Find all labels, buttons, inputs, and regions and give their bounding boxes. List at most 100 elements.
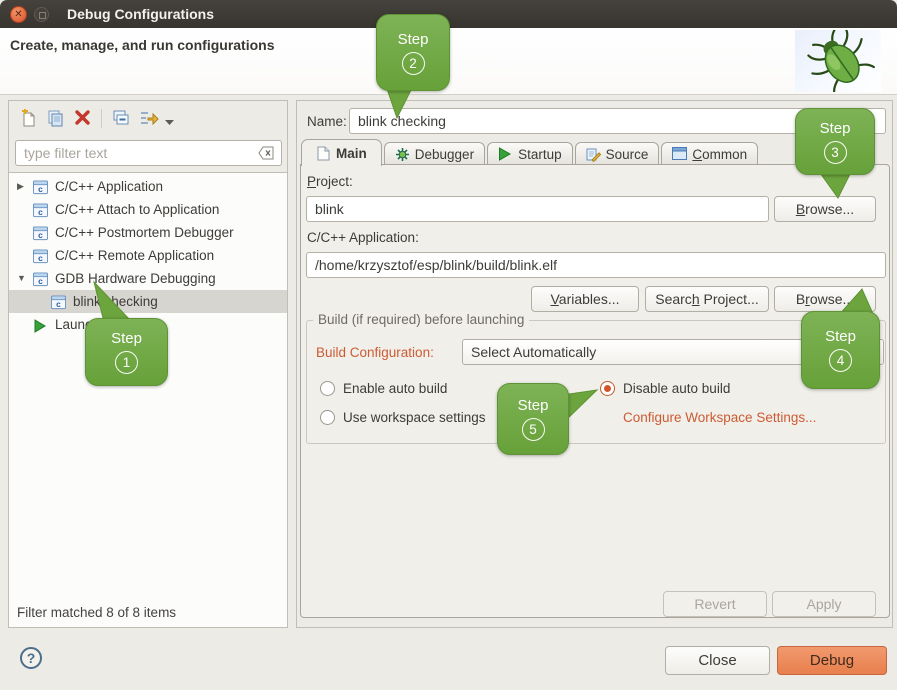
use-workspace-settings-label: Use workspace settings bbox=[343, 410, 486, 425]
build-configuration-value: Select Automatically bbox=[471, 344, 596, 360]
tree-item-label: GDB Hardware Debugging bbox=[55, 267, 216, 290]
c-application-icon: c bbox=[33, 225, 50, 240]
disable-auto-build-label: Disable auto build bbox=[623, 381, 730, 396]
apply-button[interactable]: Apply bbox=[772, 591, 876, 617]
project-input[interactable] bbox=[306, 196, 769, 222]
step-1-callout: Step 1 bbox=[85, 318, 168, 386]
c-application-icon: c bbox=[33, 248, 50, 263]
expand-arrow-icon[interactable]: ▶ bbox=[17, 175, 33, 198]
tree-item-cpp-postmortem[interactable]: c C/C++ Postmortem Debugger bbox=[9, 221, 287, 244]
tab-debugger[interactable]: Debugger bbox=[384, 142, 485, 165]
tab-common[interactable]: Common bbox=[661, 142, 758, 165]
revert-button[interactable]: Revert bbox=[663, 591, 767, 617]
step-5-callout: Step 5 bbox=[497, 383, 569, 455]
filter-icon[interactable] bbox=[139, 109, 159, 129]
tree-item-label: blink checking bbox=[73, 290, 158, 313]
application-label: C/C++ Application: bbox=[307, 230, 419, 245]
c-application-icon: c bbox=[33, 179, 50, 194]
svg-text:c: c bbox=[38, 207, 43, 217]
dropdown-caret-icon[interactable] bbox=[165, 115, 185, 135]
step-label: Step bbox=[518, 397, 549, 414]
tab-source[interactable]: Source bbox=[575, 142, 660, 165]
c-application-icon: c bbox=[33, 271, 50, 286]
collapse-all-icon[interactable] bbox=[112, 109, 132, 129]
tab-label: Main bbox=[336, 146, 367, 161]
tree-item-label: C/C++ Attach to Application bbox=[55, 198, 219, 221]
tree-item-label: C/C++ Postmortem Debugger bbox=[55, 221, 234, 244]
step-label: Step bbox=[820, 120, 851, 137]
enable-auto-build-radio[interactable] bbox=[320, 381, 335, 396]
collapse-arrow-icon[interactable]: ▼ bbox=[17, 267, 33, 290]
clear-filter-icon[interactable] bbox=[258, 146, 275, 160]
name-label: Name: bbox=[307, 114, 347, 129]
window-title: Debug Configurations bbox=[67, 6, 214, 22]
debug-configurations-dialog: Debug Configurations Create, manage, and… bbox=[0, 0, 897, 690]
tab-bar: Main Debugger Startup Source bbox=[301, 138, 760, 165]
duplicate-icon[interactable] bbox=[46, 109, 66, 129]
step-4-callout: Step 4 bbox=[801, 311, 880, 389]
tree-item-label: C/C++ Remote Application bbox=[55, 244, 214, 267]
filter-input[interactable] bbox=[15, 140, 282, 166]
page-title: Create, manage, and run configurations bbox=[10, 37, 275, 53]
tab-label: Startup bbox=[518, 147, 562, 162]
tree-item-cpp-attach[interactable]: c C/C++ Attach to Application bbox=[9, 198, 287, 221]
tree-item-cpp-application[interactable]: ▶ c C/C++ Application bbox=[9, 175, 287, 198]
disable-auto-build-radio[interactable] bbox=[600, 381, 615, 396]
step-number: 3 bbox=[824, 141, 847, 164]
step-2-callout: Step 2 bbox=[376, 14, 450, 91]
svg-text:c: c bbox=[38, 184, 43, 194]
tab-main[interactable]: Main bbox=[301, 139, 382, 166]
build-configuration-label: Build Configuration: bbox=[316, 345, 434, 360]
tree-item-cpp-remote[interactable]: c C/C++ Remote Application bbox=[9, 244, 287, 267]
configurations-tree: ▶ c C/C++ Application c C/C++ Attach to … bbox=[9, 172, 287, 627]
help-icon[interactable]: ? bbox=[20, 647, 42, 669]
tree-item-label: C/C++ Application bbox=[55, 175, 163, 198]
c-application-icon: c bbox=[33, 202, 50, 217]
toolbar-separator bbox=[101, 109, 102, 128]
delete-icon[interactable] bbox=[74, 109, 94, 129]
common-icon bbox=[672, 147, 687, 162]
window-menu-icon[interactable] bbox=[34, 7, 49, 22]
source-icon bbox=[586, 147, 601, 162]
enable-auto-build-label: Enable auto build bbox=[343, 381, 447, 396]
c-application-icon: c bbox=[51, 294, 68, 309]
tab-label: Common bbox=[692, 147, 747, 162]
launch-group-icon bbox=[33, 317, 50, 332]
debugger-icon bbox=[395, 147, 410, 162]
startup-icon bbox=[498, 147, 513, 162]
sidebar-toolbar bbox=[9, 101, 287, 137]
filter-status-text: Filter matched 8 of 8 items bbox=[17, 605, 176, 620]
new-configuration-icon[interactable] bbox=[19, 109, 39, 129]
debug-button[interactable]: Debug bbox=[777, 646, 887, 675]
tab-label: Debugger bbox=[415, 147, 474, 162]
search-project-button[interactable]: Search Project... bbox=[645, 286, 769, 312]
page-icon bbox=[316, 146, 331, 161]
step-3-callout: Step 3 bbox=[795, 108, 875, 175]
svg-text:c: c bbox=[38, 230, 43, 240]
svg-text:c: c bbox=[38, 253, 43, 263]
close-icon[interactable] bbox=[10, 6, 27, 23]
step-label: Step bbox=[398, 31, 429, 48]
step-number: 5 bbox=[522, 418, 545, 441]
configure-workspace-settings-link[interactable]: Configure Workspace Settings... bbox=[623, 410, 816, 425]
bug-icon bbox=[795, 30, 881, 92]
step-label: Step bbox=[825, 328, 856, 345]
tab-startup[interactable]: Startup bbox=[487, 142, 573, 165]
browse-application-button[interactable]: Browse... bbox=[774, 286, 876, 312]
browse-project-button[interactable]: Browse... bbox=[774, 196, 876, 222]
build-group-title: Build (if required) before launching bbox=[313, 312, 529, 327]
close-button[interactable]: Close bbox=[665, 646, 770, 675]
step-number: 1 bbox=[115, 351, 138, 374]
variables-button[interactable]: Variables... bbox=[531, 286, 639, 312]
main-tab-content: Project: Browse... C/C++ Application: Va… bbox=[300, 164, 890, 618]
tab-label: Source bbox=[606, 147, 649, 162]
build-before-launch-group: Build (if required) before launching Bui… bbox=[306, 320, 886, 444]
tree-item-gdb-hardware[interactable]: ▼ c GDB Hardware Debugging bbox=[9, 267, 287, 290]
svg-text:c: c bbox=[38, 276, 43, 286]
step-number: 4 bbox=[829, 349, 852, 372]
tree-item-blink-checking[interactable]: c blink checking bbox=[9, 290, 287, 313]
application-input[interactable] bbox=[306, 252, 886, 278]
use-workspace-settings-radio[interactable] bbox=[320, 410, 335, 425]
step-label: Step bbox=[111, 330, 142, 347]
project-label: Project: bbox=[307, 174, 353, 189]
